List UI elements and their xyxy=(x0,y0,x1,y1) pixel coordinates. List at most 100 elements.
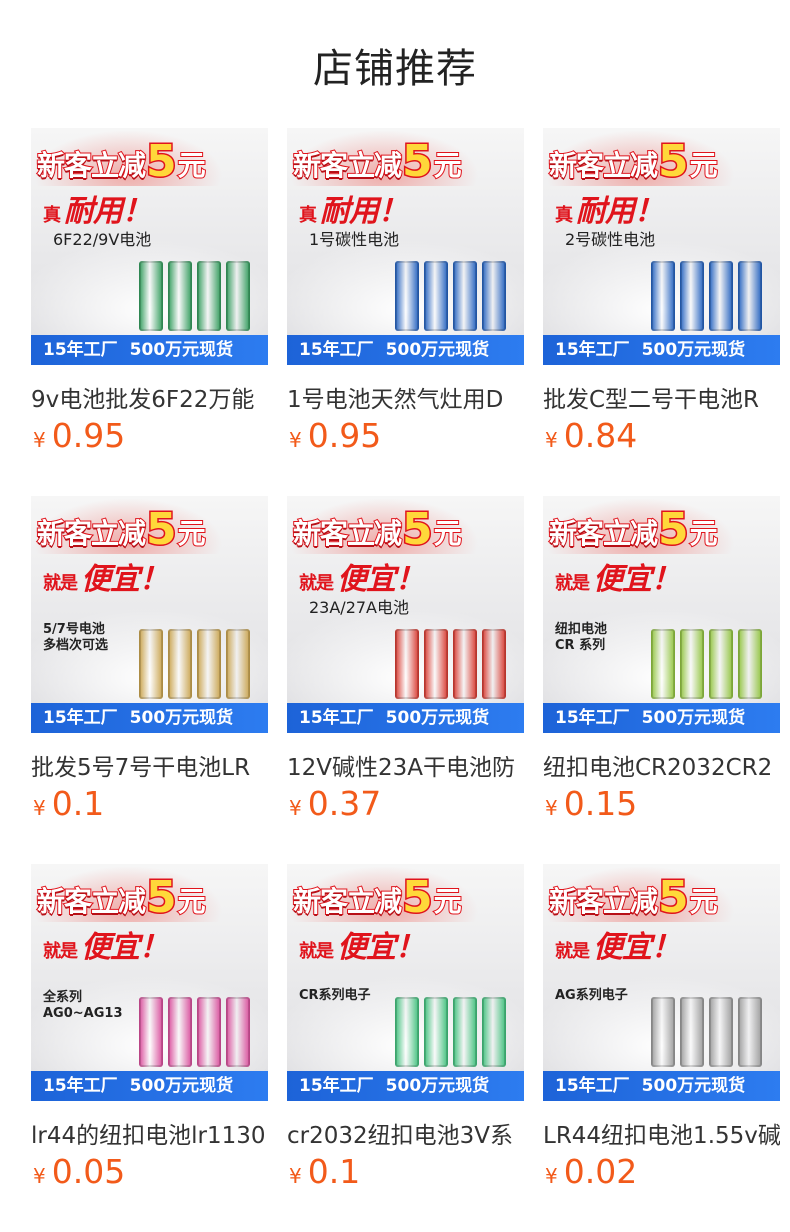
currency-symbol: ¥ xyxy=(289,428,302,452)
battery-illustration xyxy=(738,997,762,1067)
slogan-main: 便宜！ xyxy=(81,562,169,597)
slogan-text: 真耐用！ xyxy=(43,186,152,230)
promo-text: 新客立减 xyxy=(548,884,659,919)
currency-symbol: ¥ xyxy=(33,428,46,452)
promo-unit: 元 xyxy=(177,884,207,919)
battery-illustration xyxy=(738,261,762,331)
currency-symbol: ¥ xyxy=(545,428,558,452)
promo-amount: 5 xyxy=(657,872,691,923)
slogan-prefix: 就是 xyxy=(299,573,334,594)
product-name[interactable]: 纽扣电池CR2032CR2 xyxy=(543,748,780,782)
factory-banner: 15年工厂 500万元现货 xyxy=(543,703,780,733)
banner-right-text: 500万元现货 xyxy=(129,708,234,728)
product-card[interactable]: 新客立减 5 元就是 便宜！ 全系列 AG0~AG13 15年工厂 500万元现货 lr44的纽… xyxy=(31,864,268,1194)
battery-illustration xyxy=(482,997,506,1067)
price-value: 0.02 xyxy=(563,1152,638,1191)
slogan-text: 就是 便宜！ xyxy=(555,922,681,966)
battery-illustration xyxy=(395,997,419,1067)
product-name[interactable]: 12V碱性23A干电池防 xyxy=(287,748,524,782)
slogan-main: 便宜！ xyxy=(81,930,169,965)
product-price: ¥0.02 xyxy=(545,1152,637,1191)
slogan-main: 耐用！ xyxy=(64,194,152,229)
image-caption: AG系列电子 xyxy=(555,988,628,1003)
product-image[interactable]: 新客立减 5 元真耐用！ 6F22/9V电池 15年工厂 500万元现货 xyxy=(31,128,268,365)
product-image[interactable]: 新客立减 5 元就是 便宜！ 全系列 AG0~AG13 15年工厂 500万元现货 xyxy=(31,864,268,1101)
product-name[interactable]: lr44的纽扣电池lr1130 xyxy=(31,1116,268,1150)
product-card[interactable]: 新客立减 5 元就是 便宜！ CR系列电子 15年工厂 500万元现货 cr2032纽扣电池3… xyxy=(287,864,524,1194)
promo-amount: 5 xyxy=(401,136,435,187)
battery-illustration xyxy=(709,261,733,331)
product-name[interactable]: 批发C型二号干电池R xyxy=(543,380,780,414)
battery-illustration xyxy=(738,629,762,699)
battery-illustration xyxy=(424,261,448,331)
battery-illustration xyxy=(197,261,221,331)
battery-illustration xyxy=(680,261,704,331)
product-price: ¥0.15 xyxy=(545,784,637,823)
currency-symbol: ¥ xyxy=(545,1164,558,1188)
slogan-prefix: 就是 xyxy=(43,573,78,594)
factory-banner: 15年工厂 500万元现货 xyxy=(31,703,268,733)
product-card[interactable]: 新客立减 5 元真耐用！ 2号碳性电池 15年工厂 500万元现货批发C型二号干电池R ¥0… xyxy=(543,128,780,458)
battery-illustration xyxy=(651,261,675,331)
product-card[interactable]: 新客立减 5 元就是 便宜！ 5/7号电池 多档次可选 15年工厂 500万元现货 批发5号7号… xyxy=(31,496,268,826)
price-value: 0.95 xyxy=(51,416,126,455)
factory-banner: 15年工厂 500万元现货 xyxy=(543,335,780,365)
product-image[interactable]: 新客立减 5 元真耐用！ 2号碳性电池 15年工厂 500万元现货 xyxy=(543,128,780,365)
price-value: 0.05 xyxy=(51,1152,126,1191)
price-value: 0.95 xyxy=(307,416,382,455)
promo-unit: 元 xyxy=(433,516,463,551)
banner-right-text: 500万元现货 xyxy=(641,1076,746,1096)
product-name[interactable]: 1号电池天然气灶用D xyxy=(287,380,524,414)
currency-symbol: ¥ xyxy=(545,796,558,820)
promo-amount: 5 xyxy=(145,504,179,555)
slogan-prefix: 就是 xyxy=(299,941,334,962)
image-caption: 全系列 AG0~AG13 xyxy=(43,990,123,1021)
promo-unit: 元 xyxy=(689,884,719,919)
slogan-main: 便宜！ xyxy=(593,930,681,965)
promo-text: 新客立减 xyxy=(36,884,147,919)
product-image[interactable]: 新客立减 5 元就是 便宜！ 纽扣电池 CR 系列 15年工厂 500万元现货 xyxy=(543,496,780,733)
product-image[interactable]: 新客立减 5 元就是 便宜！ 23A/27A电池 15年工厂 500万元现货 xyxy=(287,496,524,733)
product-image[interactable]: 新客立减 5 元就是 便宜！ CR系列电子 15年工厂 500万元现货 xyxy=(287,864,524,1101)
battery-illustration xyxy=(139,261,163,331)
product-card[interactable]: 新客立减 5 元就是 便宜！ 23A/27A电池 15年工厂 500万元现货 12V碱性23A… xyxy=(287,496,524,826)
product-card[interactable]: 新客立减 5 元就是 便宜！ AG系列电子 15年工厂 500万元现货 LR44纽扣电池1.5… xyxy=(543,864,780,1194)
battery-illustration xyxy=(168,629,192,699)
battery-illustration xyxy=(424,997,448,1067)
slogan-main: 耐用！ xyxy=(320,194,408,229)
product-image[interactable]: 新客立减 5 元就是 便宜！ AG系列电子 15年工厂 500万元现货 xyxy=(543,864,780,1101)
battery-illustration xyxy=(680,629,704,699)
slogan-main: 便宜！ xyxy=(337,562,425,597)
product-price: ¥0.05 xyxy=(33,1152,125,1191)
product-card[interactable]: 新客立减 5 元真耐用！ 1号碳性电池 15年工厂 500万元现货 1号电池天然气灶用D ¥0… xyxy=(287,128,524,458)
product-name[interactable]: LR44纽扣电池1.55v碱 xyxy=(543,1116,780,1150)
banner-right-text: 500万元现货 xyxy=(385,340,490,360)
promo-unit: 元 xyxy=(433,884,463,919)
product-card[interactable]: 新客立减 5 元就是 便宜！ 纽扣电池 CR 系列 15年工厂 500万元现货纽扣电池CR20… xyxy=(543,496,780,826)
slogan-prefix: 就是 xyxy=(43,941,78,962)
product-image[interactable]: 新客立减 5 元真耐用！ 1号碳性电池 15年工厂 500万元现货 xyxy=(287,128,524,365)
banner-left-text: 15年工厂 xyxy=(43,1076,118,1096)
product-name[interactable]: 批发5号7号干电池LR xyxy=(31,748,268,782)
battery-illustration xyxy=(168,997,192,1067)
price-value: 0.84 xyxy=(563,416,638,455)
price-value: 0.1 xyxy=(51,784,105,823)
banner-right-text: 500万元现货 xyxy=(641,708,746,728)
promo-unit: 元 xyxy=(177,148,207,183)
promo-tag: 新客立减 5 元 xyxy=(548,504,719,553)
promo-tag: 新客立减 5 元 xyxy=(36,504,207,555)
product-name[interactable]: 9v电池批发6F22万能 xyxy=(31,380,268,414)
page-title: 店铺推荐 xyxy=(313,46,477,92)
battery-illustration xyxy=(139,997,163,1067)
banner-left-text: 15年工厂 xyxy=(43,708,118,728)
battery-illustration xyxy=(482,261,506,331)
battery-illustration xyxy=(226,629,250,699)
product-name[interactable]: cr2032纽扣电池3V系 xyxy=(287,1116,524,1150)
currency-symbol: ¥ xyxy=(33,796,46,820)
slogan-text: 就是 便宜！ xyxy=(299,922,425,966)
factory-banner: 15年工厂 500万元现货 xyxy=(287,1071,524,1101)
promo-tag: 新客立减 5 元 xyxy=(36,872,207,921)
product-image[interactable]: 新客立减 5 元就是 便宜！ 5/7号电池 多档次可选 15年工厂 500万元现货 xyxy=(31,496,268,733)
product-card[interactable]: 新客立减 5 元真耐用！ 6F22/9V电池 15年工厂 500万元现货 9v电池批发6F2… xyxy=(31,128,268,458)
slogan-text: 就是 便宜！ xyxy=(43,554,169,598)
